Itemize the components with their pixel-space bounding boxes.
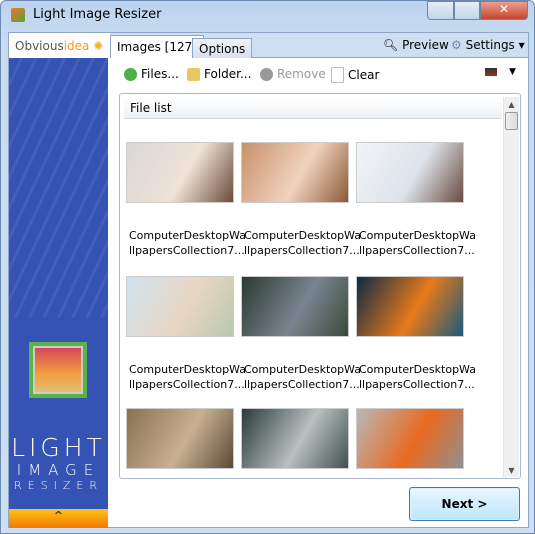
caption-line: llpapersCollection7... bbox=[244, 378, 360, 391]
next-button[interactable]: Next > bbox=[409, 487, 520, 521]
tab-options[interactable]: Options bbox=[192, 38, 253, 58]
app-window: Light Image Resizer ✕ Obviousidea ✺ LIGH… bbox=[0, 0, 535, 534]
brand-text: RESIZER bbox=[14, 479, 103, 492]
thumbnail-image[interactable] bbox=[356, 408, 464, 469]
caption-line: ComputerDesktopWa bbox=[359, 363, 476, 376]
scroll-down-arrow: ▼ bbox=[508, 466, 515, 475]
obviousidea-logo: Obviousidea ✺ bbox=[9, 33, 108, 58]
thumbnail-image[interactable] bbox=[126, 142, 234, 203]
scroll-up-arrow: ▲ bbox=[508, 100, 515, 109]
thumbnail-image[interactable] bbox=[241, 276, 349, 337]
maximize-button[interactable] bbox=[454, 1, 480, 20]
thumbnail-caption[interactable]: ComputerDesktopWa llpapersCollection7... bbox=[244, 362, 361, 392]
thumbnail-image[interactable] bbox=[356, 276, 464, 337]
caption-line: llpapersCollection7... bbox=[129, 378, 245, 391]
folder-icon bbox=[187, 67, 200, 81]
preview-icon: 🔍︎ bbox=[383, 38, 399, 52]
thumbnail-image[interactable] bbox=[241, 142, 349, 203]
thumbnail-caption[interactable]: ComputerDesktopWa llpapersCollection7... bbox=[359, 228, 476, 258]
page-icon bbox=[331, 67, 344, 83]
caption-line: ComputerDesktopWa bbox=[244, 229, 361, 242]
view-mode-button[interactable]: ▼ bbox=[485, 67, 516, 77]
window-title: Light Image Resizer bbox=[33, 7, 162, 22]
scroll-thumb[interactable] bbox=[505, 112, 518, 130]
minimize-button[interactable] bbox=[427, 1, 454, 20]
thumbnail-caption[interactable]: ComputerDesktopWa llpapersCollection7... bbox=[129, 228, 246, 258]
caption-line: ComputerDesktopWa bbox=[359, 229, 476, 242]
thumbnail-caption[interactable]: ComputerDesktopWa llpapersCollection7... bbox=[359, 362, 476, 392]
file-list: File list ▲ ▼ ComputerDesktopWa llpapersC… bbox=[119, 93, 521, 479]
sidebar: Obviousidea ✺ LIGHT IMAGE RESIZER ^ bbox=[9, 33, 108, 528]
thumbnail-view-icon bbox=[485, 68, 497, 76]
remove-button[interactable]: Remove bbox=[260, 67, 326, 81]
tab-bar: Images [127] Options 🔍︎ Preview ⚙ Settin… bbox=[110, 33, 528, 58]
settings-button[interactable]: ⚙ Settings ▾ bbox=[451, 38, 525, 52]
preview-button[interactable]: 🔍︎ Preview bbox=[383, 38, 449, 52]
add-icon bbox=[124, 67, 137, 81]
tab-images[interactable]: Images [127] bbox=[110, 35, 204, 58]
thumbnail-image[interactable] bbox=[126, 276, 234, 337]
lightning-pattern bbox=[9, 58, 108, 318]
collapse-button[interactable]: ^ bbox=[9, 509, 108, 528]
caption-line: llpapersCollection7... bbox=[244, 244, 360, 257]
caption-line: llpapersCollection7... bbox=[129, 244, 245, 257]
close-button[interactable]: ✕ bbox=[480, 1, 528, 20]
thumbnail-image[interactable] bbox=[241, 408, 349, 469]
thumbnail-caption[interactable]: ComputerDesktopWa llpapersCollection7... bbox=[244, 228, 361, 258]
file-list-header: File list bbox=[124, 97, 502, 119]
thumbnail-image[interactable] bbox=[356, 142, 464, 203]
client-area: Obviousidea ✺ LIGHT IMAGE RESIZER ^ Imag… bbox=[8, 32, 529, 528]
thumbnail-image[interactable] bbox=[126, 408, 234, 469]
chevron-down-icon: ▼ bbox=[509, 67, 516, 77]
caption-line: llpapersCollection7... bbox=[359, 378, 475, 391]
thumbnail-caption[interactable]: ComputerDesktopWa llpapersCollection7... bbox=[129, 362, 246, 392]
chevron-down-icon: ▾ bbox=[518, 38, 525, 52]
add-files-button[interactable]: Files... bbox=[124, 67, 179, 81]
caption-line: llpapersCollection7... bbox=[359, 244, 475, 257]
add-folder-button[interactable]: Folder... bbox=[187, 67, 251, 81]
scrollbar[interactable]: ▲ ▼ bbox=[503, 97, 519, 477]
app-icon bbox=[11, 8, 25, 22]
caption-line: ComputerDesktopWa bbox=[244, 363, 361, 376]
brand-text: IMAGE bbox=[16, 461, 101, 479]
caption-line: ComputerDesktopWa bbox=[129, 229, 246, 242]
resizer-logo-icon bbox=[33, 346, 83, 394]
caption-line: ComputerDesktopWa bbox=[129, 363, 246, 376]
remove-icon bbox=[260, 67, 273, 81]
brand-text: LIGHT bbox=[11, 433, 106, 462]
gear-icon: ⚙ bbox=[451, 38, 462, 52]
clear-button[interactable]: Clear bbox=[331, 67, 379, 83]
